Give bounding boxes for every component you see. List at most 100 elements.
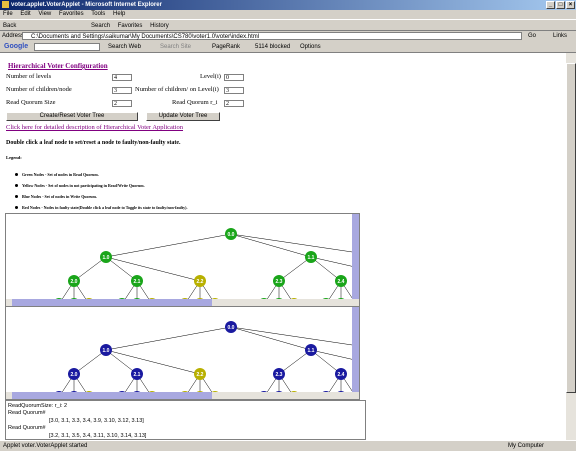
output-textarea[interactable]: ReadQuorumSize: r_i: 2 Read Quorum# [3.0… — [5, 400, 366, 440]
legend-item-green: Green Nodes - Set of nodes in Read Quoru… — [15, 172, 99, 177]
read-quorum-label: Read Quorum Size — [6, 99, 56, 106]
instruction-text: Double click a leaf node to set/reset a … — [6, 140, 181, 146]
tree-node-label: 2.2 — [197, 279, 204, 285]
tree-node-level1[interactable]: 1.0 — [100, 344, 112, 356]
tree-edge — [73, 256, 107, 282]
num-children-input[interactable]: 3 — [112, 87, 132, 94]
num-levels-input[interactable]: 4 — [112, 74, 132, 81]
address-label: Address — [2, 33, 25, 39]
close-button[interactable]: × — [566, 1, 575, 9]
description-link[interactable]: Click here for detailed description of H… — [6, 124, 183, 131]
google-search-input[interactable] — [34, 43, 100, 51]
title-bar: voter.applet.VoterApplet - Microsoft Int… — [0, 0, 576, 10]
tree-node-level2[interactable]: 2.1 — [131, 275, 143, 287]
tree-node-label: 1.1 — [308, 348, 315, 354]
read-quorum-tree-panel[interactable]: 0.01.01.12.02.12.22.32.43.03.13.23.33.43… — [5, 213, 360, 307]
toolbar: Back Search Favorites History — [0, 19, 576, 31]
search-button[interactable]: Search — [91, 23, 110, 29]
tree-node-label: 2.4 — [338, 279, 345, 285]
menu-bar: File Edit View Favorites Tools Help — [0, 10, 576, 19]
tree-edge — [105, 349, 201, 375]
history-button[interactable]: History — [150, 23, 169, 29]
tree-node-level1[interactable]: 1.1 — [305, 251, 317, 263]
children-level-input[interactable]: 3 — [224, 87, 244, 94]
tree2-vertical-scrollbar[interactable] — [352, 307, 359, 393]
back-button[interactable]: Back — [3, 23, 16, 29]
address-bar: Address C:\Documents and Settings\saikum… — [0, 31, 576, 42]
tree-edge — [105, 233, 232, 258]
legend-title: Legend: — [6, 155, 22, 160]
tree2-horizontal-scrollbar[interactable] — [6, 392, 359, 399]
pagerank-indicator[interactable]: PageRank — [212, 44, 240, 50]
google-logo[interactable]: Google — [4, 43, 28, 50]
tree-node-level2[interactable]: 2.0 — [68, 368, 80, 380]
tree-node-level2[interactable]: 2.2 — [194, 275, 206, 287]
write-quorum-tree-panel[interactable]: 0.01.01.12.02.12.22.32.43.03.13.23.33.43… — [5, 306, 360, 400]
maximize-button[interactable]: □ — [556, 1, 565, 9]
tree-node-level2[interactable]: 2.1 — [131, 368, 143, 380]
tree-node-level2[interactable]: 2.2 — [194, 368, 206, 380]
tree-edge — [73, 349, 107, 375]
output-line: ReadQuorumSize: r_i: 2 — [8, 403, 67, 409]
popup-blocked-count[interactable]: 5114 blocked — [255, 44, 290, 50]
legend-item-yellow: Yellow Nodes - Set of nodes in not parti… — [15, 183, 145, 188]
tree-node-label: 2.2 — [197, 372, 204, 378]
status-bar: Applet voter.VoterApplet started My Comp… — [0, 440, 576, 451]
tree-node-level1[interactable]: 1.0 — [100, 251, 112, 263]
write-quorum-tree[interactable]: 0.01.01.12.02.12.22.32.43.03.13.23.33.43… — [6, 307, 360, 400]
tree-node-level2[interactable]: 2.4 — [335, 368, 347, 380]
tree-edge — [230, 326, 359, 347]
tree-edge — [230, 233, 312, 258]
tree-node-label: 2.3 — [276, 279, 283, 285]
tree-node-level2[interactable]: 2.0 — [68, 275, 80, 287]
legend-item-blue: Blue Nodes - Set of nodes in Write Quoru… — [15, 194, 97, 199]
tree-node-label: 1.0 — [103, 255, 110, 261]
tree-node-level2[interactable]: 2.3 — [273, 368, 285, 380]
tree-node-label: 1.1 — [308, 255, 315, 261]
google-toolbar: Google Search Web Search Site PageRank 5… — [0, 42, 576, 53]
go-button[interactable]: Go — [528, 33, 536, 39]
output-line: Read Quorum# — [8, 425, 46, 431]
menu-file[interactable]: File — [3, 11, 13, 17]
tree-node-label: 2.3 — [276, 372, 283, 378]
level-i-input[interactable]: 0 — [224, 74, 244, 81]
links-button[interactable]: Links — [553, 33, 567, 39]
menu-view[interactable]: View — [38, 11, 51, 17]
tree1-vertical-scrollbar[interactable] — [352, 214, 359, 300]
tree-edge — [230, 326, 312, 351]
address-input[interactable]: C:\Documents and Settings\saikumar\My Do… — [22, 32, 522, 40]
update-tree-button[interactable]: Update Voter Tree — [146, 112, 220, 121]
options-button[interactable]: Options — [300, 44, 321, 50]
page-vertical-scrollbar[interactable] — [566, 53, 576, 440]
tree-node-label: 2.4 — [338, 372, 345, 378]
favorites-button[interactable]: Favorites — [118, 23, 143, 29]
output-line: Read Quorum# — [8, 410, 46, 416]
tree-node-level2[interactable]: 2.3 — [273, 275, 285, 287]
children-level-label: Number of children/ on Level(i) — [135, 86, 219, 93]
window-title: voter.applet.VoterApplet - Microsoft Int… — [11, 2, 162, 8]
tree-node-root[interactable]: 0.0 — [225, 228, 237, 240]
page-scroll-thumb[interactable] — [566, 63, 576, 393]
page-content: Hierarchical Voter Configuration Number … — [0, 53, 566, 440]
tree1-scroll-thumb[interactable] — [12, 299, 212, 306]
tree-node-label: 0.0 — [228, 232, 235, 238]
read-quorum-input[interactable]: 2 — [112, 100, 132, 107]
tree-node-level1[interactable]: 1.1 — [305, 344, 317, 356]
tree1-horizontal-scrollbar[interactable] — [6, 299, 359, 306]
page-heading: Hierarchical Voter Configuration — [8, 62, 108, 70]
search-site-button[interactable]: Search Site — [160, 44, 191, 50]
tree-node-label: 2.1 — [134, 372, 141, 378]
tree2-scroll-thumb[interactable] — [12, 392, 212, 399]
tree-node-level2[interactable]: 2.4 — [335, 275, 347, 287]
tree-node-root[interactable]: 0.0 — [225, 321, 237, 333]
menu-favorites[interactable]: Favorites — [59, 11, 84, 17]
read-quorum-tree[interactable]: 0.01.01.12.02.12.22.32.43.03.13.23.33.43… — [6, 214, 360, 307]
minimize-button[interactable]: _ — [546, 1, 555, 9]
menu-tools[interactable]: Tools — [91, 11, 105, 17]
menu-help[interactable]: Help — [113, 11, 125, 17]
search-web-button[interactable]: Search Web — [108, 44, 141, 50]
menu-edit[interactable]: Edit — [20, 11, 30, 17]
create-reset-tree-button[interactable]: Create/Reset Voter Tree — [6, 112, 138, 121]
tree-edge — [230, 233, 359, 254]
read-quorum-i-input[interactable]: 2 — [224, 100, 244, 107]
